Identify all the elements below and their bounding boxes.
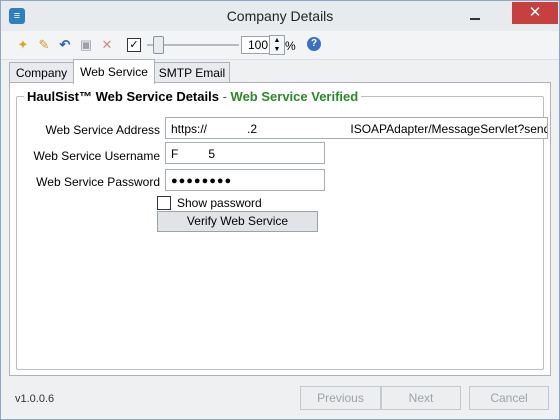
version-label: v1.0.0.6 — [15, 393, 55, 405]
edit-icon[interactable]: ✎ — [36, 37, 52, 53]
toolbar: ✦ ✎ ↶ ▣ ✕ ✓ 100 ▲ ▼ % ? — [1, 31, 559, 60]
password-label: Web Service Password — [36, 175, 160, 189]
zoom-slider-thumb[interactable] — [153, 36, 164, 54]
username-input[interactable]: F 5 — [165, 142, 325, 164]
verification-status: Web Service Verified — [230, 89, 359, 104]
toolbar-checkbox[interactable]: ✓ — [127, 38, 141, 52]
company-details-window: ≡ Company Details ✕ ✦ ✎ ↶ ▣ ✕ ✓ 100 ▲ ▼ %… — [0, 0, 560, 420]
next-button[interactable]: Next — [381, 386, 461, 410]
minimize-button[interactable] — [463, 7, 487, 25]
footer: v1.0.0.6 Previous Next Cancel — [1, 379, 559, 419]
group-title-text: HaulSist™ Web Service Details — [27, 89, 219, 104]
close-button[interactable]: ✕ — [512, 2, 558, 24]
show-password-checkbox[interactable] — [157, 196, 171, 210]
undo-icon[interactable]: ↶ — [57, 37, 73, 53]
username-label: Web Service Username — [33, 149, 161, 163]
title-bar: ≡ Company Details ✕ — [1, 1, 559, 31]
group-title-separator: - — [222, 89, 227, 104]
tab-smtp-email[interactable]: SMTP Email — [154, 62, 230, 83]
help-icon[interactable]: ? — [307, 37, 321, 51]
save-icon[interactable]: ▣ — [78, 37, 94, 53]
tab-strip: Company Web Service SMTP Email — [1, 59, 559, 84]
tab-company[interactable]: Company — [9, 62, 74, 83]
show-password-label[interactable]: Show password — [177, 196, 262, 210]
zoom-input[interactable]: 100 — [241, 36, 271, 54]
web-service-tab-page: HaulSist™ Web Service Details - Web Serv… — [9, 82, 551, 376]
address-input[interactable]: https:// .2 ISOAPAdapter/MessageServlet?… — [165, 117, 548, 139]
tab-web-service[interactable]: Web Service — [73, 59, 155, 84]
zoom-unit: % — [285, 39, 296, 53]
zoom-spinner[interactable]: ▲ ▼ — [269, 35, 285, 55]
address-label: Web Service Address — [45, 123, 161, 137]
delete-icon[interactable]: ✕ — [99, 37, 115, 53]
verify-web-service-button[interactable]: Verify Web Service — [157, 211, 318, 232]
password-input[interactable]: ●●●●●●●● — [165, 169, 325, 191]
group-title: HaulSist™ Web Service Details - Web Serv… — [24, 89, 362, 104]
previous-button[interactable]: Previous — [300, 386, 381, 410]
cancel-button[interactable]: Cancel — [469, 386, 549, 410]
new-icon[interactable]: ✦ — [15, 37, 31, 53]
